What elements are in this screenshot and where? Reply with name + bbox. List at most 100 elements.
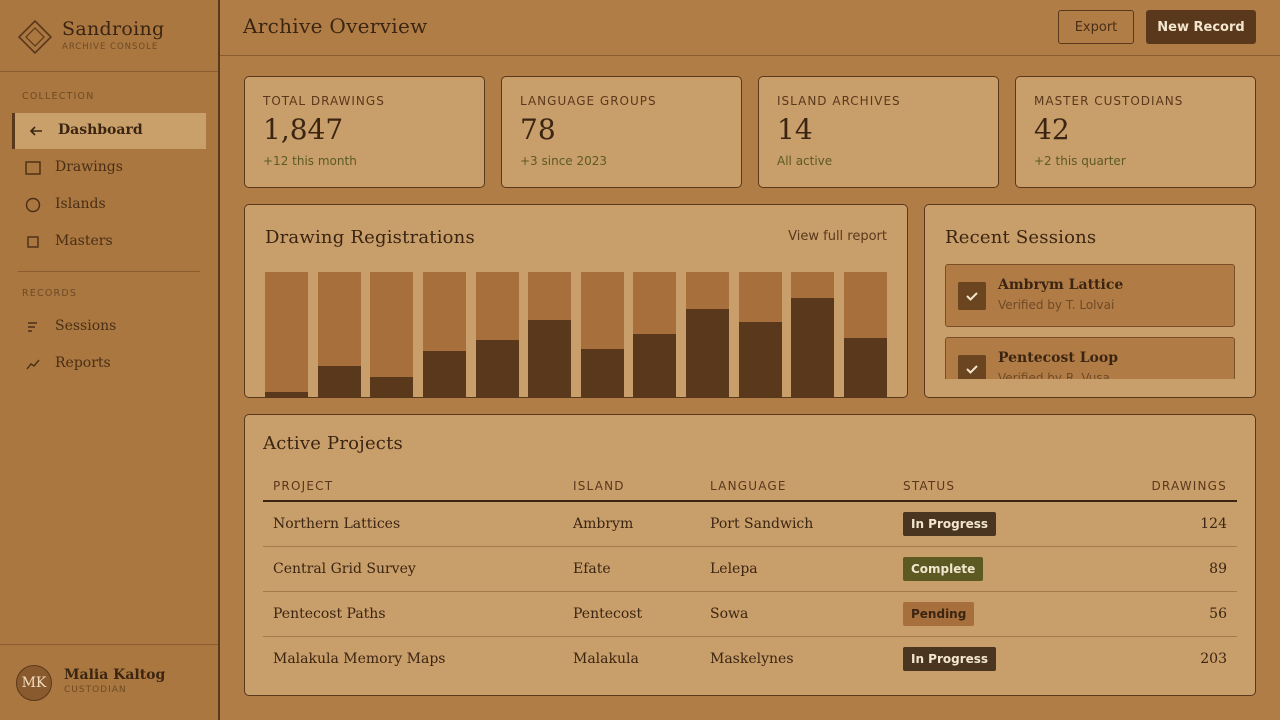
cell-status: In Progress <box>893 501 1093 547</box>
stat-value: 42 <box>1034 113 1070 146</box>
table-row[interactable]: Pentecost Paths Pentecost Sowa Pending 5… <box>263 591 1237 637</box>
bar-track <box>791 272 835 397</box>
cell-language: Maskelynes <box>710 650 794 667</box>
stat-value: 1,847 <box>263 113 344 146</box>
check-icon <box>958 355 986 379</box>
bar[interactable] <box>265 392 308 397</box>
divider <box>0 71 218 72</box>
bar-track <box>475 272 519 397</box>
column-header-project[interactable]: PROJECT <box>263 471 563 502</box>
stat-note: +3 since 2023 <box>520 154 608 168</box>
sidebar-item-drawings[interactable]: Drawings <box>12 150 206 186</box>
stat-value: 14 <box>777 113 813 146</box>
diamond-icon <box>18 20 52 54</box>
avatar: MK <box>16 665 52 701</box>
brand[interactable]: Sandroing ARCHIVE CONSOLE <box>18 18 208 58</box>
bar[interactable] <box>580 349 624 397</box>
sidebar-item-label: Sessions <box>55 318 117 334</box>
bar[interactable] <box>844 338 887 397</box>
projects-table: PROJECT ISLAND LANGUAGE STATUS DRAWINGS … <box>263 471 1237 681</box>
session-item[interactable]: Ambrym Lattice Verified by T. Lolvai <box>945 264 1235 327</box>
header: Archive Overview Export New Record <box>220 0 1280 56</box>
stat-note: +12 this month <box>263 154 357 168</box>
export-button[interactable]: Export <box>1058 10 1134 44</box>
table-row[interactable]: Northern Lattices Ambrym Port Sandwich I… <box>263 501 1237 547</box>
bar-track <box>422 272 466 397</box>
panel-title: Recent Sessions <box>945 227 1097 248</box>
column-header-language[interactable]: LANGUAGE <box>700 471 893 502</box>
status-badge: In Progress <box>903 646 997 671</box>
bar-track <box>370 272 414 397</box>
stat-label: TOTAL DRAWINGS <box>263 94 385 108</box>
user-profile[interactable]: MK Malia Kaltog CUSTODIAN <box>16 665 216 701</box>
stat-card-total-drawings: TOTAL DRAWINGS 1,847 +12 this month <box>244 76 485 188</box>
sidebar-item-label: Masters <box>55 233 113 249</box>
sidebar: Sandroing ARCHIVE CONSOLE COLLECTION Das… <box>0 0 220 720</box>
stat-label: LANGUAGE GROUPS <box>520 94 657 108</box>
new-record-button[interactable]: New Record <box>1146 10 1256 44</box>
status-badge: In Progress <box>903 511 997 536</box>
brand-subtitle: ARCHIVE CONSOLE <box>62 42 159 52</box>
bar-track <box>317 272 361 397</box>
sidebar-item-islands[interactable]: Islands <box>12 187 206 223</box>
stat-label: ISLAND ARCHIVES <box>777 94 901 108</box>
session-verifier: Verified by R. Vusa <box>998 371 1110 379</box>
bar-track <box>265 272 308 397</box>
bar[interactable] <box>528 320 572 397</box>
bar[interactable] <box>686 309 730 397</box>
status-badge: Complete <box>903 556 984 581</box>
column-header-status[interactable]: STATUS <box>893 471 1093 502</box>
stat-card-language-groups: LANGUAGE GROUPS 78 +3 since 2023 <box>501 76 742 188</box>
bar-track <box>686 272 730 397</box>
session-name: Ambrym Lattice <box>998 277 1124 293</box>
bar[interactable] <box>422 351 466 397</box>
column-header-island[interactable]: ISLAND <box>563 471 700 502</box>
bar[interactable] <box>791 298 835 397</box>
small-square-icon <box>27 236 39 248</box>
table-row[interactable]: Central Grid Survey Efate Lelepa Complet… <box>263 546 1237 592</box>
panel-title: Drawing Registrations <box>265 227 475 248</box>
cell-status: In Progress <box>893 636 1093 681</box>
bar[interactable] <box>370 377 414 397</box>
stat-note: +2 this quarter <box>1034 154 1126 168</box>
sidebar-item-masters[interactable]: Masters <box>12 224 206 260</box>
sidebar-item-reports[interactable]: Reports <box>12 346 206 382</box>
cell-drawings: 56 <box>1093 591 1237 637</box>
view-full-report-link[interactable]: View full report <box>788 229 887 244</box>
bar-track <box>528 272 572 397</box>
cell-project: Malakula Memory Maps <box>273 650 446 667</box>
cell-island: Ambrym <box>563 501 700 547</box>
table-header-row: PROJECT ISLAND LANGUAGE STATUS DRAWINGS <box>263 471 1237 502</box>
divider <box>0 644 218 645</box>
bar-track <box>738 272 782 397</box>
cell-language: Port Sandwich <box>700 501 893 547</box>
check-icon <box>958 282 986 310</box>
sidebar-item-dashboard[interactable]: Dashboard <box>12 113 206 149</box>
bar-track <box>844 272 887 397</box>
sidebar-item-label: Drawings <box>55 159 123 175</box>
table-row[interactable]: Malakula Memory Maps Malakula Maskelynes… <box>263 636 1237 681</box>
cell-language: Sowa <box>700 591 893 637</box>
sessions-list[interactable]: Ambrym Lattice Verified by T. Lolvai Pen… <box>945 264 1235 379</box>
section-label-records: RECORDS <box>22 288 78 299</box>
column-header-drawings[interactable]: DRAWINGS <box>1093 471 1237 502</box>
session-verifier: Verified by T. Lolvai <box>998 298 1115 312</box>
sidebar-item-label: Islands <box>55 196 106 212</box>
stat-card-island-archives: ISLAND ARCHIVES 14 All active <box>758 76 999 188</box>
sidebar-item-label: Reports <box>55 355 111 371</box>
bar[interactable] <box>633 334 677 397</box>
active-projects-panel: Active Projects PROJECT ISLAND LANGUAGE … <box>244 414 1256 696</box>
arrow-left-icon <box>29 126 42 136</box>
trend-icon <box>26 359 40 370</box>
bar[interactable] <box>317 366 361 397</box>
cell-drawings: 89 <box>1093 546 1237 592</box>
bar[interactable] <box>475 340 519 397</box>
sidebar-item-sessions[interactable]: Sessions <box>12 309 206 345</box>
cell-island: Efate <box>563 546 700 592</box>
stat-label: MASTER CUSTODIANS <box>1034 94 1184 108</box>
bar[interactable] <box>738 322 782 397</box>
stat-card-master-custodians: MASTER CUSTODIANS 42 +2 this quarter <box>1015 76 1256 188</box>
bar-track <box>580 272 624 397</box>
session-item[interactable]: Pentecost Loop Verified by R. Vusa <box>945 337 1235 379</box>
panel-title: Active Projects <box>263 433 403 454</box>
